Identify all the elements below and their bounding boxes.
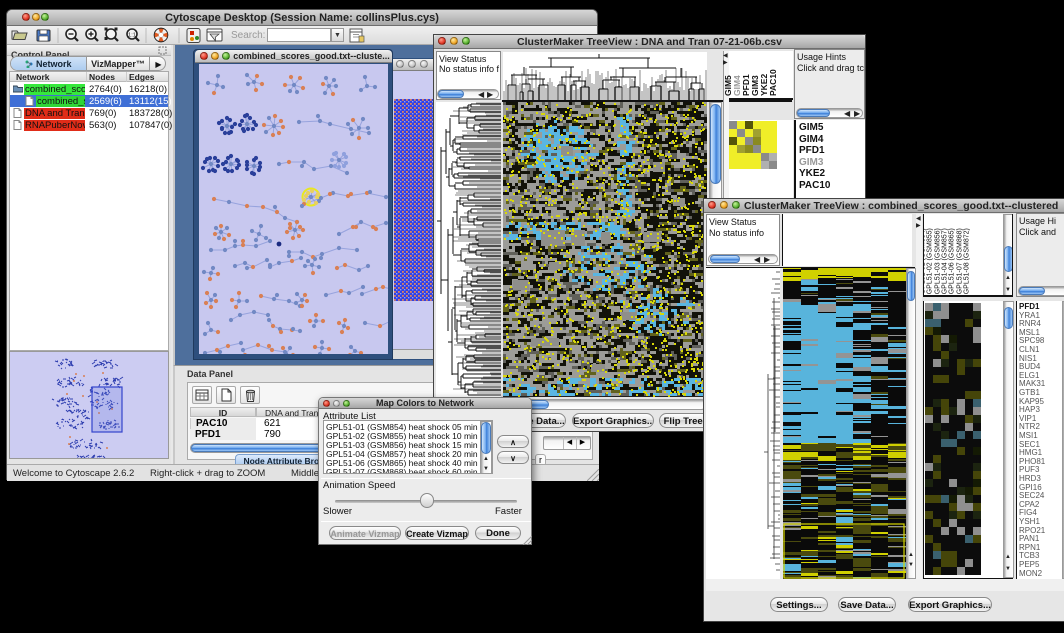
svg-text:1:1: 1:1 (128, 33, 136, 39)
